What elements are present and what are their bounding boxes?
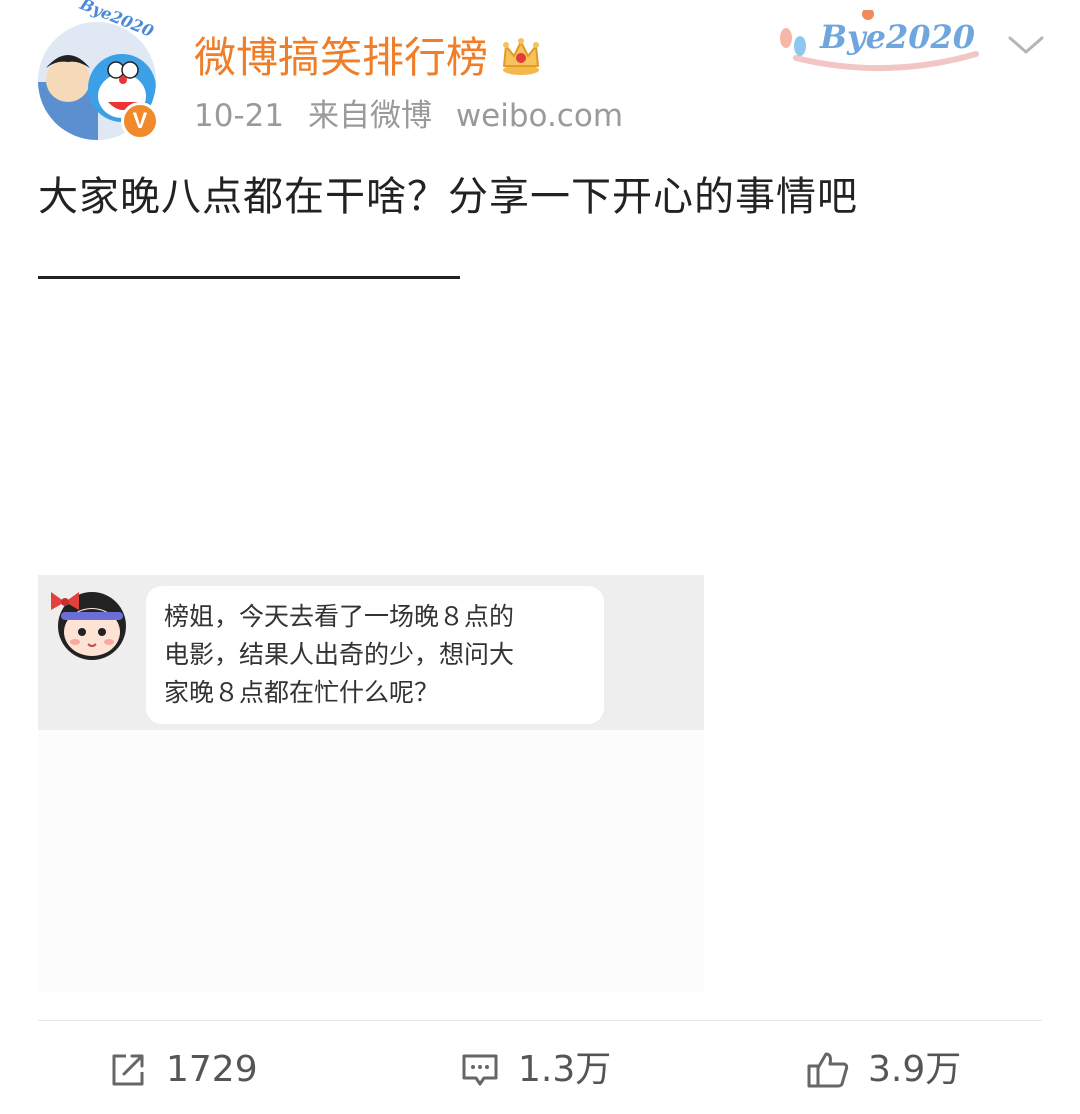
verified-mark: V — [132, 108, 148, 133]
like-button[interactable]: 3.9万 — [806, 1042, 961, 1098]
post-text: 大家晚八点都在干啥？分享一下开心的事情吧 — [38, 174, 858, 220]
comment-icon — [462, 1054, 498, 1086]
username[interactable]: 微博搞笑排行榜 — [194, 28, 488, 88]
comment-count: 1.3万 — [518, 1049, 612, 1090]
speech-bubble: 榜姐，今天去看了一场晚８点的 电影，结果人出奇的少，想问大 家晚８点都在忙什么呢… — [146, 586, 604, 724]
bubble-line: 榜姐，今天去看了一场晚８点的 — [164, 602, 515, 631]
thumbs-up-icon — [807, 1052, 849, 1088]
post-date: 10-21 — [194, 98, 285, 134]
chevron-down-icon[interactable] — [1006, 30, 1046, 58]
embedded-image-lower — [38, 730, 704, 992]
repost-button[interactable]: 1729 — [108, 1042, 258, 1098]
repost-count: 1729 — [166, 1049, 258, 1090]
like-count: 3.9万 — [868, 1049, 962, 1090]
post-source-site[interactable]: weibo.com — [456, 98, 623, 134]
bubble-line: 电影，结果人出奇的少，想问大 — [164, 640, 515, 669]
verified-badge-icon: V — [121, 102, 159, 140]
crown-icon — [503, 38, 539, 75]
post-meta: 10-21 来自微博 weibo.com — [194, 94, 637, 138]
girl-avatar-icon — [51, 592, 126, 660]
bye2020-badge-text: Bye2020 — [820, 18, 976, 56]
share-icon — [112, 1054, 144, 1086]
bye2020-badge: Bye2020 — [776, 10, 994, 72]
post-divider — [38, 276, 460, 279]
post-source-label: 来自微博 — [307, 98, 432, 134]
actions-divider — [38, 1020, 1042, 1021]
bubble-line: 家晚８点都在忙什么呢？ — [164, 678, 440, 707]
comment-button[interactable]: 1.3万 — [460, 1042, 611, 1098]
